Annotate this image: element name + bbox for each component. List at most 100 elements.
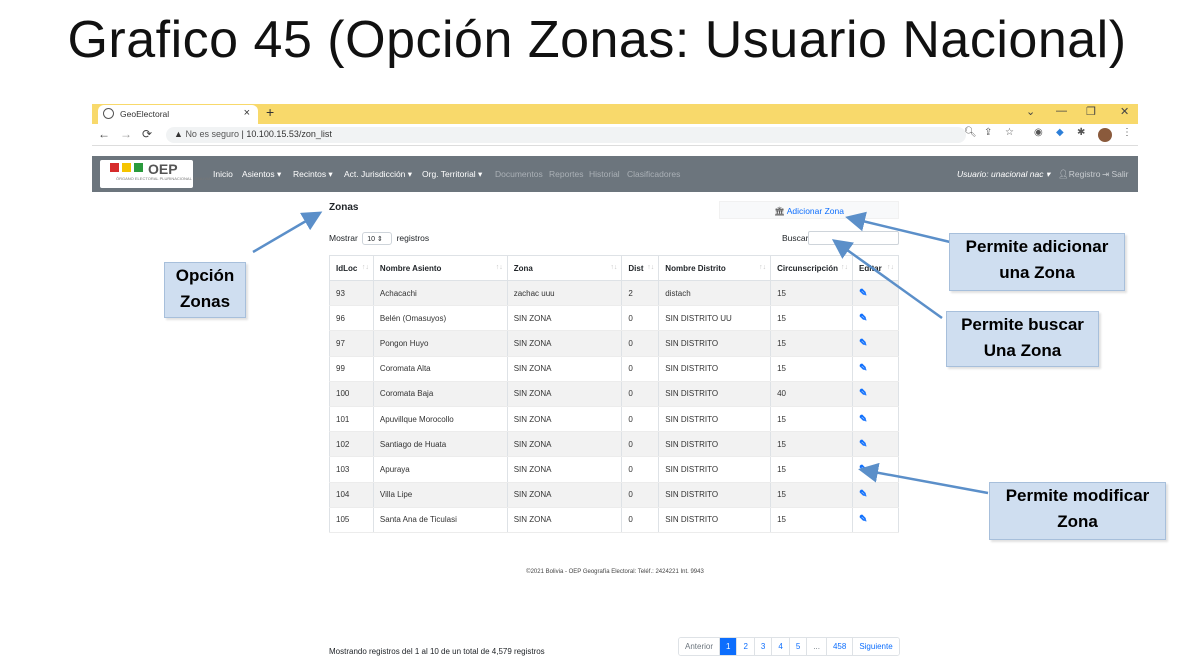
edit-icon[interactable]: ✎: [859, 489, 867, 500]
cell-nombre-asiento: Pongon Huyo: [372, 330, 508, 357]
oep-logo[interactable]: OEP ÓRGANO ELECTORAL PLURINACIONAL · BOL…: [100, 160, 211, 188]
pagination-page[interactable]: 3: [754, 638, 773, 655]
pagination-page[interactable]: 5: [789, 638, 808, 655]
cell-idloc: 97: [329, 330, 374, 357]
col-idloc[interactable]: IdLoc ↑↓: [329, 255, 374, 281]
cell-nombre-asiento: Santiago de Huata: [372, 431, 508, 458]
close-tab-icon[interactable]: ×: [244, 107, 250, 119]
col-nombre-asiento[interactable]: Nombre Asiento ↑↓: [372, 255, 508, 281]
nav-clasificadores[interactable]: Clasificadores: [627, 169, 680, 179]
cell-nombre-distrito: SIN DISTRITO: [658, 431, 772, 458]
profile-avatar[interactable]: [1098, 128, 1112, 142]
table-row: 105 Santa Ana de Ticulasi SIN ZONA 0 SIN DIS…: [329, 507, 899, 533]
cell-idloc: 101: [329, 406, 374, 433]
table-row: 99 Coromata Alta SIN ZONA 0 SIN DISTRITO 15 ✎: [329, 356, 899, 382]
pagination-page[interactable]: 2: [737, 638, 755, 655]
extension-icon[interactable]: ◉: [1034, 127, 1043, 138]
cell-editar: ✎: [852, 356, 899, 382]
new-tab-button[interactable]: +: [266, 104, 274, 120]
pagination: Anterior 1 2 3 4 5... 458 Siguiente: [678, 637, 900, 656]
edit-icon[interactable]: ✎: [859, 288, 867, 299]
sort-icon: ↑↓: [841, 264, 849, 271]
col-zona[interactable]: Zona ↑↓: [506, 255, 623, 281]
registro-label: Registro: [1068, 169, 1101, 179]
pagination-next[interactable]: Siguiente: [853, 638, 899, 655]
cell-editar: ✎: [852, 507, 899, 533]
zoom-icon[interactable]: 🔍︎: [964, 127, 977, 138]
extension-drop-icon[interactable]: ◆: [1056, 127, 1064, 138]
cell-nombre-asiento: Coromata Alta: [372, 356, 508, 382]
col-editar[interactable]: Editar ↑↓: [852, 255, 899, 281]
col-circunscripcion[interactable]: Circunscripción ↑↓: [770, 255, 854, 281]
edit-icon[interactable]: ✎: [859, 414, 867, 425]
col-nombre-distrito[interactable]: Nombre Distrito ↑↓: [658, 255, 772, 281]
close-window-icon[interactable]: ✕: [1120, 105, 1129, 118]
nav-historial[interactable]: Historial: [589, 169, 620, 179]
cell-circunscripcion: 40: [770, 381, 854, 407]
edit-icon[interactable]: ✎: [859, 514, 867, 525]
reload-icon[interactable]: ⟳: [142, 127, 152, 141]
pagination-page[interactable]: 458: [826, 638, 854, 655]
cell-dist: 2: [621, 280, 660, 307]
forward-icon[interactable]: →: [120, 127, 132, 141]
user-menu[interactable]: Usuario: unacional nac ▾: [957, 169, 1050, 180]
cell-circunscripcion: 15: [770, 356, 854, 382]
pagination-page[interactable]: 1: [720, 638, 738, 655]
cell-nombre-distrito: SIN DISTRITO: [658, 482, 772, 508]
cell-circunscripcion: 15: [770, 507, 854, 533]
cell-editar: ✎: [852, 330, 899, 357]
tab-search-icon[interactable]: ⌄: [1026, 105, 1035, 118]
browser-tab[interactable]: GeoElectoral ×: [98, 105, 258, 124]
cell-idloc: 99: [329, 356, 374, 382]
edit-icon[interactable]: ✎: [859, 439, 867, 450]
user-icon: 👤︎: [1058, 169, 1069, 179]
callout-adicionar-zona: Permite adicionar una Zona: [949, 233, 1125, 291]
tab-strip: GeoElectoral × + ⌄ — ❐ ✕: [92, 104, 1138, 124]
cell-zona: zachac uuu: [506, 280, 623, 307]
nav-recintos[interactable]: Recintos ▾: [293, 169, 333, 180]
edit-icon[interactable]: ✎: [859, 388, 867, 399]
registro-link[interactable]: 👤︎Registro: [1058, 169, 1100, 180]
callout-line: Opción: [175, 266, 235, 285]
back-icon[interactable]: ←: [98, 127, 110, 141]
cell-editar: ✎: [852, 381, 899, 407]
url-field[interactable]: ▲ No es seguro | 10.100.15.53/zon_list: [166, 127, 966, 143]
edit-icon[interactable]: ✎: [859, 338, 867, 349]
search-input[interactable]: [808, 231, 899, 245]
add-zone-button[interactable]: 🏛︎ Adicionar Zona: [719, 201, 899, 219]
edit-icon[interactable]: ✎: [859, 363, 867, 374]
nav-asientos[interactable]: Asientos ▾: [242, 169, 281, 180]
cell-nombre-distrito: SIN DISTRITO: [658, 356, 772, 382]
edit-icon[interactable]: ✎: [859, 313, 867, 324]
pagination-page[interactable]: 4: [772, 638, 790, 655]
callout-line: Una Zona: [983, 341, 1062, 360]
col-dist[interactable]: Dist ↑↓: [621, 255, 660, 281]
page-length-select[interactable]: 10 ⇕: [362, 232, 393, 245]
header-label: Nombre Distrito: [665, 263, 726, 273]
app-navbar: OEP ÓRGANO ELECTORAL PLURINACIONAL · BOL…: [92, 156, 1138, 192]
cell-dist: 0: [621, 356, 660, 382]
url-text: 10.100.15.53/zon_list: [246, 129, 332, 139]
logo-text: OEP: [148, 161, 178, 177]
page-length-value: 10: [367, 236, 375, 243]
records-label: registros: [396, 232, 430, 243]
cell-dist: 0: [621, 431, 660, 458]
cell-nombre-asiento: Apuraya: [372, 456, 508, 483]
puzzle-icon[interactable]: ✱: [1077, 127, 1085, 138]
minimize-icon[interactable]: —: [1056, 105, 1067, 117]
cell-editar: ✎: [852, 456, 899, 483]
salir-link[interactable]: ⇥ Salir: [1102, 169, 1129, 180]
menu-kebab-icon[interactable]: ⋮: [1122, 127, 1132, 138]
nav-act-jurisdiccion[interactable]: Act. Jurisdicción ▾: [344, 169, 412, 180]
edit-icon[interactable]: ✎: [859, 464, 867, 475]
nav-org-territorial[interactable]: Org. Territorial ▾: [422, 169, 482, 180]
nav-reportes[interactable]: Reportes: [549, 169, 584, 179]
bookmark-star-icon[interactable]: ☆: [1005, 127, 1014, 138]
nav-documentos[interactable]: Documentos: [495, 169, 543, 179]
cell-nombre-asiento: Apuvillque Morocollo: [372, 406, 508, 433]
maximize-icon[interactable]: ❐: [1086, 105, 1096, 118]
cell-idloc: 96: [329, 305, 374, 332]
share-icon[interactable]: ⇪: [984, 127, 992, 138]
pagination-prev[interactable]: Anterior: [679, 638, 721, 655]
nav-inicio[interactable]: Inicio: [213, 169, 233, 179]
